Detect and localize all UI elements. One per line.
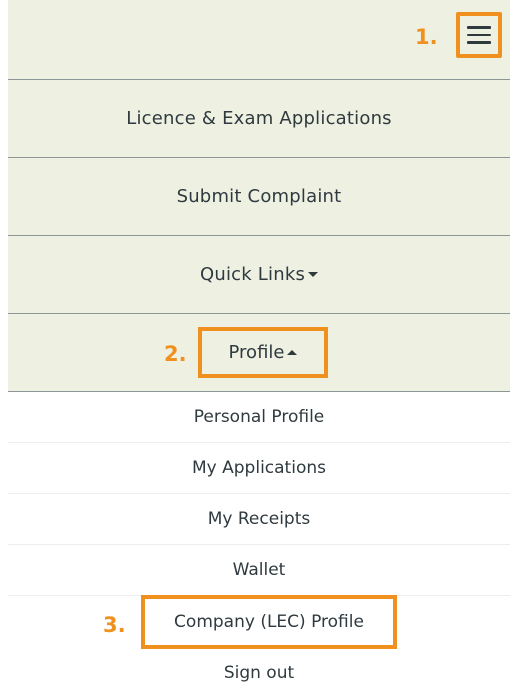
menu-item-wallet[interactable]: Wallet <box>8 545 510 596</box>
nav-item-label: Submit Complaint <box>176 186 342 207</box>
menu-item-my-receipts[interactable]: My Receipts <box>8 494 510 545</box>
hamburger-menu-icon-bar <box>467 41 491 44</box>
nav-item-label: Quick Links <box>199 264 306 285</box>
caret-up-icon <box>287 350 298 355</box>
nav-item-profile[interactable]: Profile <box>198 327 328 378</box>
hamburger-menu-button[interactable] <box>456 12 502 58</box>
step-1-marker: 1. <box>415 25 438 49</box>
hamburger-menu-icon-bar <box>467 33 491 37</box>
nav-item-label: Licence & Exam Applications <box>126 108 392 129</box>
step-3-marker: 3. <box>103 613 126 637</box>
nav-item-submit-complaint[interactable]: Submit Complaint <box>8 158 510 236</box>
mobile-nav-frame: 1. Licence & Exam Applications Submit Co… <box>8 0 510 693</box>
menu-item-company-lec-profile[interactable]: Company (LEC) Profile <box>141 595 397 649</box>
step-2-marker: 2. <box>164 342 187 366</box>
nav-item-label: Profile <box>228 342 285 363</box>
nav-item-quick-links[interactable]: Quick Links <box>8 236 510 314</box>
caret-down-icon <box>308 272 319 277</box>
menu-item-sign-out[interactable]: Sign out <box>8 647 510 693</box>
menu-item-my-applications[interactable]: My Applications <box>8 443 510 494</box>
hamburger-menu-icon <box>467 26 491 29</box>
nav-item-licence-exam-applications[interactable]: Licence & Exam Applications <box>8 80 510 158</box>
menu-item-personal-profile[interactable]: Personal Profile <box>8 392 510 443</box>
